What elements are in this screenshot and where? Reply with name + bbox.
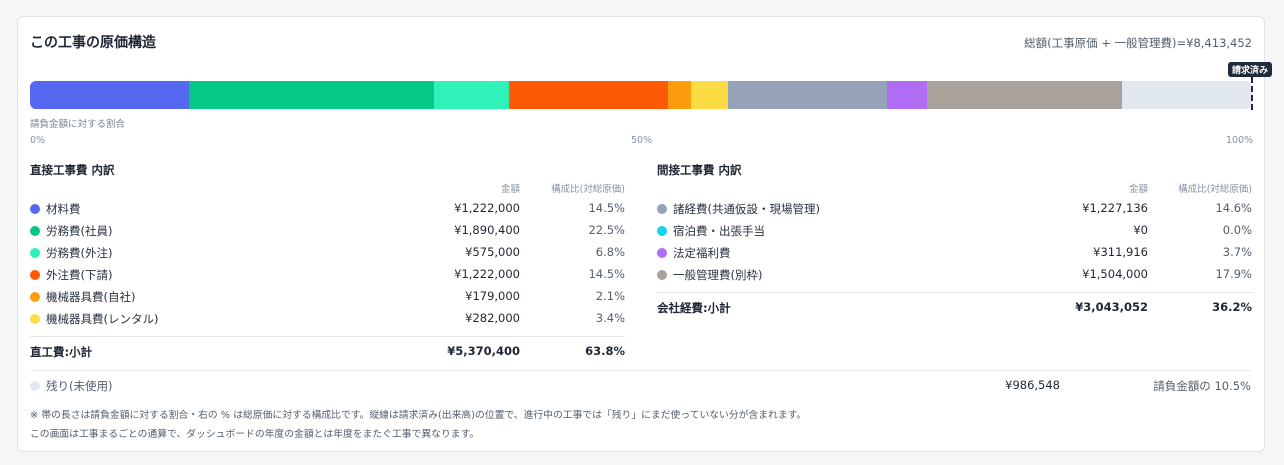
indirect-cost-table: 金額 構成比(対総原価) 諸経費(共通仮設・現場管理) ¥1,227,136 14.… xyxy=(657,181,1252,371)
bar-segment xyxy=(926,81,1123,109)
category-color-dot xyxy=(657,226,667,236)
row-label: 一般管理費(別枠) xyxy=(673,268,763,282)
direct-cost-table: 金額 構成比(対総原価) 材料費 ¥1,222,000 14.5% 労務費(社員) ¥1… xyxy=(30,181,625,371)
bar-segment xyxy=(509,81,668,109)
row-amount: ¥1,227,136 xyxy=(1082,201,1148,215)
row-ratio: 0.0% xyxy=(1222,223,1252,237)
row-amount: ¥1,222,000 xyxy=(454,201,520,215)
category-color-dot xyxy=(30,226,40,236)
row-amount: ¥0 xyxy=(1133,223,1148,237)
table-row: 宿泊費・出張手当 ¥0 0.0% xyxy=(657,220,1252,242)
table-row: 一般管理費(別枠) ¥1,504,000 17.9% xyxy=(657,264,1252,286)
row-amount: ¥1,890,400 xyxy=(454,223,520,237)
bar-segment xyxy=(188,81,435,109)
category-color-dot xyxy=(30,314,40,324)
indirect-col-ratio: 構成比(対総原価) xyxy=(1178,184,1252,195)
row-amount: ¥575,000 xyxy=(465,245,520,259)
bar-segment xyxy=(667,81,692,109)
bar-segment xyxy=(727,81,887,109)
remaining-color-dot xyxy=(30,381,40,391)
table-row: 機械器具費(自社) ¥179,000 2.1% xyxy=(30,286,625,308)
subtotal-label: 会社経費:小計 xyxy=(657,301,731,315)
direct-col-ratio: 構成比(対総原価) xyxy=(551,184,625,195)
row-amount: ¥179,000 xyxy=(465,289,520,303)
footnote-1: ※ 帯の長さは請負金額に対する割合・右の % は総原価に対する構成比です。縦線は… xyxy=(30,410,807,421)
subtotal-amount: ¥3,043,052 xyxy=(1075,300,1148,314)
row-label: 労務費(社員) xyxy=(46,224,113,238)
remaining-divider xyxy=(30,370,1252,371)
category-color-dot xyxy=(30,204,40,214)
category-color-dot xyxy=(657,204,667,214)
footnote-2: この画面は工事まるごとの通算で、ダッシュボードの年度の金額とは年度をまたぐ工事で… xyxy=(30,429,480,440)
indirect-cost-title: 間接工事費 内訳 xyxy=(657,163,742,177)
category-color-dot xyxy=(30,292,40,302)
row-ratio: 6.8% xyxy=(595,245,625,259)
row-ratio: 3.4% xyxy=(595,311,625,325)
row-ratio: 14.5% xyxy=(588,201,625,215)
table-row: 労務費(社員) ¥1,890,400 22.5% xyxy=(30,220,625,242)
category-color-dot xyxy=(30,248,40,258)
row-ratio: 17.9% xyxy=(1215,267,1252,281)
billed-marker-line xyxy=(1251,77,1253,110)
row-label: 材料費 xyxy=(46,202,81,216)
remaining-label: 残り(未使用) xyxy=(46,379,113,393)
remaining-amount: ¥986,548 xyxy=(1005,378,1060,392)
table-row: 諸経費(共通仮設・現場管理) ¥1,227,136 14.6% xyxy=(657,198,1252,220)
subtotal-label: 直工費:小計 xyxy=(30,345,93,359)
bar-segment xyxy=(30,81,189,109)
row-ratio: 14.6% xyxy=(1215,201,1252,215)
row-label: 外注費(下請) xyxy=(46,268,113,282)
table-row: 材料費 ¥1,222,000 14.5% xyxy=(30,198,625,220)
table-row: 労務費(外注) ¥575,000 6.8% xyxy=(30,242,625,264)
category-color-dot xyxy=(657,248,667,258)
category-color-dot xyxy=(30,270,40,280)
bar-segment xyxy=(886,81,927,109)
table-row: 機械器具費(レンタル) ¥282,000 3.4% xyxy=(30,308,625,330)
remaining-ratio: 請負金額の 10.5% xyxy=(1153,379,1251,393)
bar-segment xyxy=(691,81,728,109)
row-label: 諸経費(共通仮設・現場管理) xyxy=(673,202,820,216)
row-label: 法定福利費 xyxy=(673,246,731,260)
row-ratio: 3.7% xyxy=(1222,245,1252,259)
subtotal-divider xyxy=(30,336,625,337)
subtotal-divider xyxy=(657,292,1252,293)
total-cost-label: 総額(工事原価 + 一般管理費)=¥8,413,452 xyxy=(1024,36,1252,50)
category-color-dot xyxy=(657,270,667,280)
table-row: 法定福利費 ¥311,916 3.7% xyxy=(657,242,1252,264)
row-amount: ¥1,504,000 xyxy=(1082,267,1148,281)
bar-segment xyxy=(1122,81,1251,109)
axis-tick-end: 100% xyxy=(1226,135,1254,146)
axis-tick-mid: 50% xyxy=(631,135,653,146)
direct-cost-title: 直接工事費 内訳 xyxy=(30,163,115,177)
subtotal-amount: ¥5,370,400 xyxy=(447,344,520,358)
subtotal-ratio: 36.2% xyxy=(1212,300,1252,314)
row-label: 宿泊費・出張手当 xyxy=(673,224,765,238)
row-ratio: 14.5% xyxy=(588,267,625,281)
table-row: 外注費(下請) ¥1,222,000 14.5% xyxy=(30,264,625,286)
row-label: 労務費(外注) xyxy=(46,246,113,260)
billed-marker-tag: 請求済み xyxy=(1228,62,1273,77)
row-amount: ¥311,916 xyxy=(1093,245,1148,259)
row-amount: ¥1,222,000 xyxy=(454,267,520,281)
subtotal-ratio: 63.8% xyxy=(585,344,625,358)
axis-tick-start: 0% xyxy=(30,135,46,146)
row-label: 機械器具費(レンタル) xyxy=(46,312,159,326)
row-amount: ¥282,000 xyxy=(465,311,520,325)
row-ratio: 2.1% xyxy=(595,289,625,303)
cost-stacked-bar xyxy=(30,81,1252,109)
row-label: 機械器具費(自社) xyxy=(46,290,136,304)
card-title: この工事の原価構造 xyxy=(30,35,156,51)
indirect-col-amount: 金額 xyxy=(1128,184,1148,195)
direct-col-amount: 金額 xyxy=(500,184,520,195)
row-ratio: 22.5% xyxy=(588,223,625,237)
cost-structure-card: この工事の原価構造 総額(工事原価 + 一般管理費)=¥8,413,452 請求… xyxy=(17,16,1273,452)
bar-segment xyxy=(434,81,509,109)
bar-caption: 請負金額に対する割合 xyxy=(30,119,126,130)
